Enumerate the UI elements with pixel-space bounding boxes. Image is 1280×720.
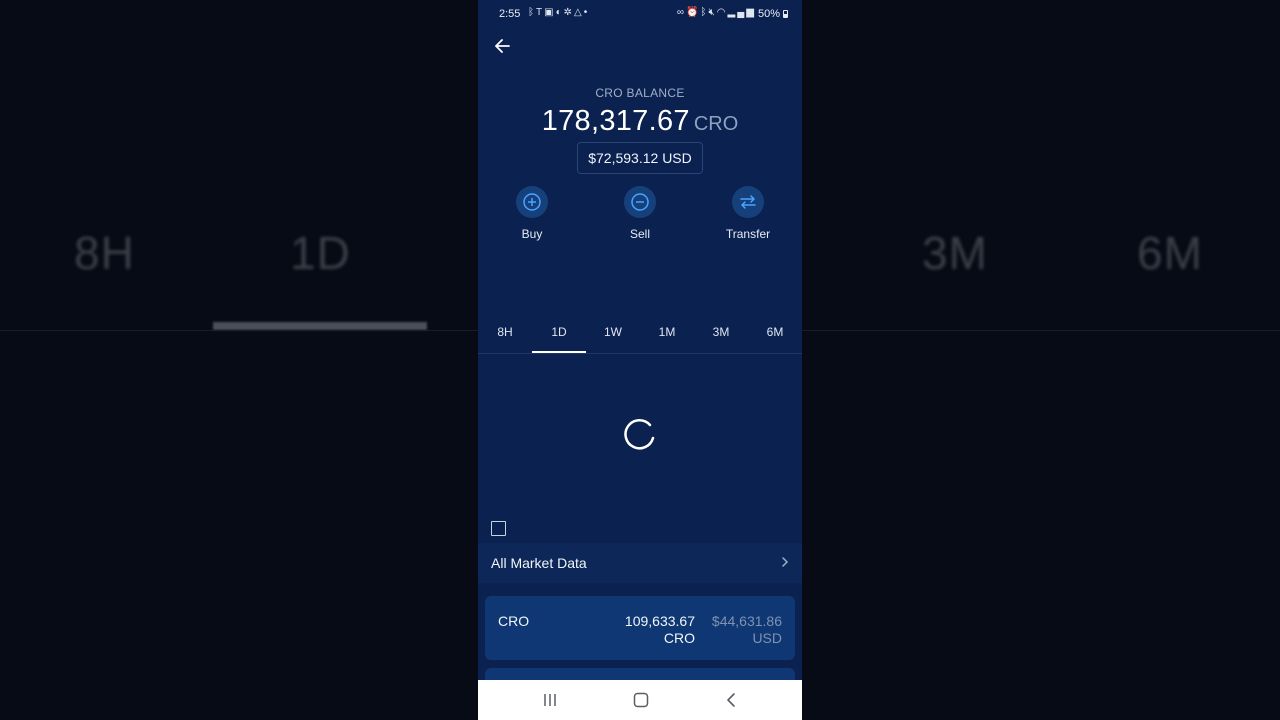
holding-name: CRO	[498, 613, 530, 629]
compass-icon: ◐	[555, 7, 564, 18]
navigation-icon: △	[574, 7, 584, 18]
background-tab-indicator	[213, 322, 427, 330]
holding-amount: 109,633.67 CRO	[595, 613, 695, 647]
background-tab-1d: 1D	[290, 227, 351, 279]
phone-screen: 2:55 ᛒT▣◐✲△• ∞⏰ᛒ🔇︎◠▂▄▆ 50% CRO BALANCE 1…	[478, 0, 802, 720]
all-market-data-row[interactable]: All Market Data	[478, 543, 802, 583]
link-icon: ∞	[676, 7, 687, 18]
mute-icon: 🔇︎	[708, 7, 717, 18]
tab-1w[interactable]: 1W	[586, 325, 640, 339]
selected-tab-indicator	[532, 351, 586, 353]
home-icon	[633, 692, 649, 708]
holding-row-cro[interactable]: CRO 109,633.67 CRO $44,631.86 USD	[485, 596, 795, 660]
sell-icon-circle	[624, 186, 656, 218]
background-tab-8h: 8H	[74, 227, 135, 279]
status-system-icons: ∞⏰ᛒ🔇︎◠▂▄▆	[677, 7, 756, 18]
chevron-right-icon	[782, 557, 789, 567]
message-icon: ▣	[544, 7, 556, 18]
background-tab-6m: 6M	[1137, 227, 1203, 279]
tab-1m[interactable]: 1M	[640, 325, 694, 339]
transfer-icon-circle	[732, 186, 764, 218]
alarm-icon: ⏰	[686, 7, 701, 18]
background-tab-3m: 3M	[922, 227, 988, 279]
system-back-button[interactable]	[722, 690, 742, 710]
wifi-icon: ◠	[716, 7, 728, 18]
battery-icon	[783, 10, 788, 18]
status-time: 2:55	[499, 8, 521, 20]
back-button[interactable]	[492, 36, 514, 56]
all-market-data-label: All Market Data	[491, 555, 587, 571]
home-button[interactable]	[631, 690, 651, 710]
status-notification-icons: ᛒT▣◐✲△•	[528, 7, 589, 18]
balance-unit: CRO	[693, 113, 739, 135]
tab-6m[interactable]: 6M	[748, 325, 802, 339]
time-range-tabs: 8H 1D 1W 1M 3M 6M	[478, 318, 802, 354]
arrow-left-icon	[495, 39, 510, 53]
loading-spinner-icon	[624, 419, 655, 450]
tab-1d[interactable]: 1D	[532, 325, 586, 339]
tab-3m[interactable]: 3M	[694, 325, 748, 339]
chevron-left-icon	[727, 693, 735, 707]
holding-amount-value: 109,633.67	[624, 613, 695, 629]
transfer-label: Transfer	[725, 227, 771, 241]
android-nav-bar	[478, 680, 802, 720]
sell-button[interactable]: Sell	[605, 186, 675, 241]
recent-apps-button[interactable]	[540, 690, 560, 710]
bluetooth-icon: ᛒ	[528, 7, 536, 18]
chart-checkbox[interactable]	[491, 521, 506, 536]
tab-8h[interactable]: 8H	[478, 325, 532, 339]
buy-icon-circle	[516, 186, 548, 218]
balance-amount: 178,317.67	[541, 105, 690, 137]
buy-button[interactable]: Buy	[497, 186, 567, 241]
settings-icon: ✲	[563, 7, 574, 18]
balance-row: 178,317.67 CRO	[478, 105, 802, 138]
sell-label: Sell	[629, 227, 650, 241]
holding-usd-unit: USD	[752, 630, 782, 646]
balance-usd: $72,593.12 USD	[577, 142, 703, 174]
holding-amount-unit: CRO	[663, 630, 695, 646]
holding-usd-value: $44,631.86	[711, 613, 782, 629]
dot-icon: •	[583, 7, 590, 18]
balance-label: CRO BALANCE	[595, 86, 685, 100]
plus-circle-icon	[523, 193, 541, 211]
recent-apps-icon	[544, 694, 556, 706]
battery-percent: 50%	[757, 8, 780, 20]
buy-label: Buy	[521, 227, 543, 241]
holding-usd: $44,631.86 USD	[696, 613, 782, 647]
transfer-button[interactable]: Transfer	[713, 186, 783, 241]
transfer-arrows-icon	[740, 195, 756, 209]
t-mobile-icon: T	[536, 7, 545, 18]
signal-icon: ▂▄▆	[727, 7, 756, 18]
status-bar: 2:55 ᛒT▣◐✲△• ∞⏰ᛒ🔇︎◠▂▄▆ 50%	[478, 0, 802, 28]
minus-circle-icon	[631, 193, 649, 211]
